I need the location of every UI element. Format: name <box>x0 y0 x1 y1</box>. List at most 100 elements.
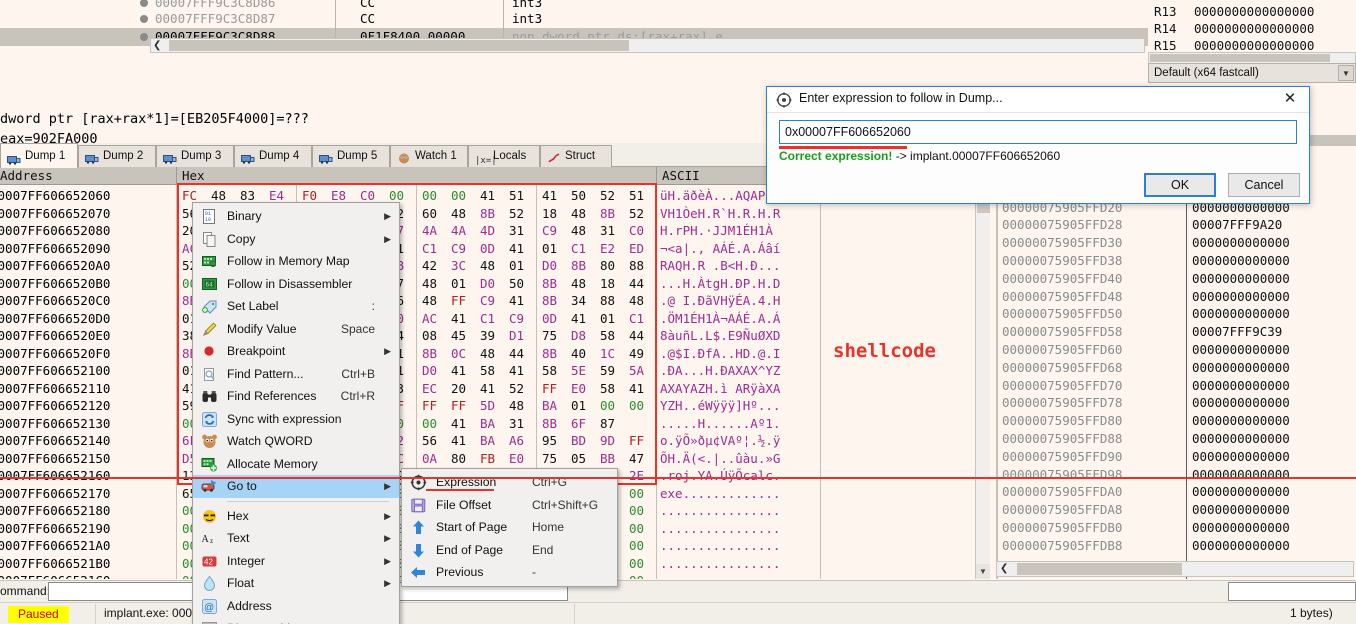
stack-panel[interactable]: 000000075905FFD1000000000000000000075905… <box>996 167 1356 579</box>
hex-group[interactable]: FF FF 5D 48 <box>422 397 538 415</box>
hex-byte-cell[interactable]: 48 <box>480 345 509 363</box>
tab-locals[interactable]: |x=| Locals <box>468 145 540 167</box>
hex-group[interactable]: 75 D8 58 44 <box>542 327 658 345</box>
goto-submenu[interactable]: Expression Ctrl+G File Offset Ctrl+Shift+G S… <box>401 468 618 587</box>
hex-byte-cell[interactable]: 48 <box>451 205 480 223</box>
ascii-cell[interactable]: .@$I.ÐfA..HD.@.I <box>660 345 780 363</box>
hex-group[interactable]: D0 8B 80 88 <box>542 257 658 275</box>
hex-byte-cell[interactable]: 45 <box>451 327 480 345</box>
hex-group[interactable]: AC 41 C1 C9 <box>422 310 538 328</box>
hex-byte-cell[interactable]: 00 <box>600 397 629 415</box>
hex-byte-cell[interactable]: BA <box>480 432 509 450</box>
tab-dump-2[interactable]: Dump 2 <box>78 145 156 167</box>
stack-value[interactable]: 0000000000000 <box>1192 288 1290 306</box>
hex-byte-cell[interactable]: D8 <box>571 327 600 345</box>
hex-byte-cell[interactable]: 44 <box>629 327 658 345</box>
ascii-cell[interactable]: VH1ÒeH.R`H.R.H.R <box>660 205 780 223</box>
hex-byte-cell[interactable]: 50 <box>509 275 538 293</box>
column-header-ascii[interactable]: ASCII <box>662 167 700 185</box>
hex-byte-cell[interactable]: 47 <box>629 450 658 468</box>
ascii-cell[interactable]: .....H......Aº1. <box>660 415 780 433</box>
hex-byte-cell[interactable]: 58 <box>542 362 571 380</box>
scrollbar-thumb[interactable] <box>169 40 629 51</box>
breakpoint-dot-icon[interactable] <box>140 15 148 23</box>
hex-group[interactable]: 01 C1 E2 ED <box>542 240 658 258</box>
stack-value[interactable]: 0000000000000 <box>1192 501 1290 519</box>
hex-byte-cell[interactable]: 88 <box>629 257 658 275</box>
hex-byte-cell[interactable]: 48 <box>422 292 451 310</box>
hex-byte-cell[interactable]: 18 <box>600 275 629 293</box>
ascii-cell[interactable]: .roj.YA.ÚÿÕcalc. <box>660 467 780 485</box>
menu-item-text[interactable]: Az Text ▶ <box>193 527 399 550</box>
hex-group[interactable]: 00 41 BA 31 <box>422 415 538 433</box>
hex-byte-cell[interactable]: C9 <box>509 310 538 328</box>
scroll-left-arrow-icon[interactable]: ❮ <box>153 39 161 52</box>
hex-byte-cell[interactable]: 00 <box>629 555 658 573</box>
ascii-cell[interactable]: .ÖM1ÉH1À¬AÁÉ.A.Á <box>660 310 780 328</box>
hex-byte-cell[interactable]: 8B <box>571 257 600 275</box>
scrollbar-thumb[interactable] <box>1017 563 1182 575</box>
hex-byte-cell[interactable]: 48 <box>422 275 451 293</box>
hex-byte-cell[interactable]: 41 <box>509 362 538 380</box>
hex-byte-cell[interactable]: A6 <box>509 432 538 450</box>
breakpoint-dot-icon[interactable] <box>140 0 148 7</box>
hex-byte-cell[interactable]: 34 <box>571 292 600 310</box>
hex-byte-cell[interactable]: FF <box>542 380 571 398</box>
tab-dump-4[interactable]: Dump 4 <box>234 145 312 167</box>
menu-item-watch-qword[interactable]: Watch QWORD <box>193 430 399 453</box>
stack-horizontal-scrollbar[interactable]: ❮ <box>996 561 1354 577</box>
hex-byte-cell[interactable]: 41 <box>571 310 600 328</box>
hex-byte-cell[interactable]: 41 <box>509 292 538 310</box>
hex-byte-cell[interactable]: 01 <box>451 275 480 293</box>
hex-group[interactable]: 8B 34 88 48 <box>542 292 658 310</box>
hex-byte-cell[interactable]: 01 <box>509 257 538 275</box>
registers-panel[interactable]: R120000000000000000R130000000000000000R1… <box>1148 0 1356 54</box>
hex-group[interactable]: 48 FF C9 41 <box>422 292 538 310</box>
ascii-cell[interactable]: ................ <box>660 520 780 538</box>
ascii-cell[interactable]: AXAYAZH.ì ARÿàXA <box>660 380 780 398</box>
menu-item-modify-value[interactable]: Modify Value Space <box>193 318 399 341</box>
hex-byte-cell[interactable]: 20 <box>451 380 480 398</box>
hex-byte-cell[interactable]: 51 <box>509 187 538 205</box>
scroll-down-arrow-icon[interactable]: ▼ <box>976 564 990 579</box>
hex-byte-cell[interactable]: 2E <box>629 467 658 485</box>
stack-value[interactable]: 00007FFF9A20 <box>1192 216 1282 234</box>
hex-byte-cell[interactable]: 48 <box>571 205 600 223</box>
hex-byte-cell[interactable]: 00 <box>629 397 658 415</box>
hex-byte-cell[interactable]: 9D <box>600 432 629 450</box>
register-row[interactable]: R13 0000000000000000 <box>1148 3 1356 20</box>
hex-byte-cell[interactable]: 41 <box>509 240 538 258</box>
hex-byte-cell[interactable]: 4A <box>451 222 480 240</box>
hex-byte-cell[interactable]: FF <box>451 292 480 310</box>
hex-byte-cell[interactable]: 4D <box>480 222 509 240</box>
calling-convention-dropdown[interactable]: Default (x64 fastcall) ▼ <box>1148 63 1356 83</box>
hex-byte-cell[interactable]: FF <box>629 432 658 450</box>
hex-byte-cell[interactable]: 41 <box>451 415 480 433</box>
stack-value[interactable]: 0000000000000 <box>1192 234 1290 252</box>
stack-value[interactable]: 0000000000000 <box>1192 519 1290 537</box>
hex-byte-cell[interactable]: 0A <box>422 450 451 468</box>
stack-value[interactable]: 0000000000000 <box>1192 305 1290 323</box>
submenu-item-file-offset[interactable]: File Offset Ctrl+Shift+G <box>402 494 617 517</box>
hex-byte-cell[interactable]: 80 <box>600 257 629 275</box>
close-icon[interactable]: ✕ <box>1279 89 1301 109</box>
hex-byte-cell[interactable]: 8B <box>422 345 451 363</box>
hex-byte-cell[interactable]: 52 <box>509 205 538 223</box>
hex-byte-cell[interactable]: 8B <box>480 205 509 223</box>
stack-value[interactable]: 0000000000000 <box>1192 537 1290 555</box>
stack-value[interactable]: 0000000000000 <box>1192 394 1290 412</box>
stack-value[interactable]: 0000000000000 <box>1192 430 1290 448</box>
menu-item-integer[interactable]: 42 Integer ▶ <box>193 550 399 573</box>
hex-group[interactable]: 42 3C 48 01 <box>422 257 538 275</box>
hex-byte-cell[interactable]: 56 <box>422 432 451 450</box>
hex-group[interactable]: 00 00 41 51 <box>422 187 538 205</box>
hex-byte-cell[interactable]: 00 <box>422 415 451 433</box>
cancel-button[interactable]: Cancel <box>1228 173 1300 197</box>
hex-byte-cell[interactable]: E2 <box>600 240 629 258</box>
hex-byte-cell[interactable]: 5E <box>571 362 600 380</box>
hex-byte-cell[interactable]: 59 <box>600 362 629 380</box>
hex-byte-cell[interactable]: C0 <box>629 222 658 240</box>
stack-value[interactable]: 0000000000000 <box>1192 377 1290 395</box>
hex-byte-cell[interactable]: 0D <box>480 240 509 258</box>
hex-byte-cell[interactable]: 39 <box>480 327 509 345</box>
